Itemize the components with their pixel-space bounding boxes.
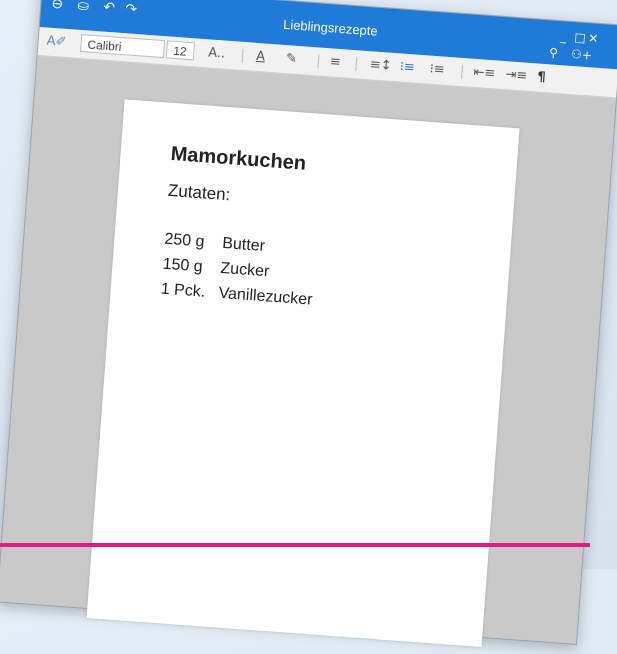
ingredient-quantity: 1 Pck. [160, 280, 206, 301]
toolbar-divider [355, 57, 358, 72]
highlighter-icon[interactable]: ✎ [285, 50, 297, 69]
font-options-button[interactable]: A.. [208, 44, 226, 63]
ingredient-name: Butter [221, 234, 266, 256]
ingredient-line[interactable]: 150 g Zucker [162, 256, 270, 282]
document-page[interactable]: Mamorkuchen Zutaten: 250 g Butter 150 g Zu… [86, 99, 520, 647]
font-size-field[interactable]: 12 [165, 40, 195, 61]
accent-line [0, 543, 590, 547]
increase-indent-icon[interactable]: ⇥≡ [505, 66, 528, 86]
document-heading[interactable]: Mamorkuchen [170, 143, 307, 176]
line-spacing-icon[interactable]: ≡↕ [369, 56, 392, 76]
align-left-icon[interactable]: ≡ [329, 53, 341, 72]
share-person-icon[interactable]: ⚇+ [571, 46, 593, 63]
toolbar-divider [461, 64, 464, 80]
ingredient-quantity: 250 g [163, 230, 206, 251]
bullet-list-icon[interactable]: ⁝≡ [399, 58, 415, 77]
ingredient-quantity: 150 g [162, 255, 204, 276]
toolbar-divider [317, 54, 320, 69]
ingredient-line[interactable]: 1 Pck. Vanillezucker [160, 281, 313, 310]
document-subheading[interactable]: Zutaten: [167, 181, 231, 206]
font-name-field[interactable]: Calibri [79, 34, 166, 59]
numbered-list-icon[interactable]: ⁝≡ [429, 61, 445, 80]
ingredient-name: Vanillezucker [218, 284, 314, 309]
minimize-button[interactable]: _ [560, 29, 567, 43]
font-color-button[interactable]: A [255, 48, 266, 67]
format-painter-icon[interactable]: A✐ [46, 33, 67, 52]
close-button[interactable]: ✕ [588, 31, 599, 46]
editor-window: ⊖ ⛀ ↶ ↷ Lieblingsrezepte _ □ ✕ ⚲ ⚇+ A✐ C… [0, 0, 617, 647]
ingredient-line[interactable]: 250 g Butter [164, 231, 266, 256]
decrease-indent-icon[interactable]: ⇤≡ [473, 64, 496, 84]
maximize-button[interactable]: □ [574, 30, 586, 45]
paragraph-marks-button[interactable]: ¶ [537, 69, 547, 88]
search-icon[interactable]: ⚲ [549, 44, 559, 61]
toolbar-divider [241, 48, 244, 63]
ingredient-name: Zucker [219, 259, 270, 281]
